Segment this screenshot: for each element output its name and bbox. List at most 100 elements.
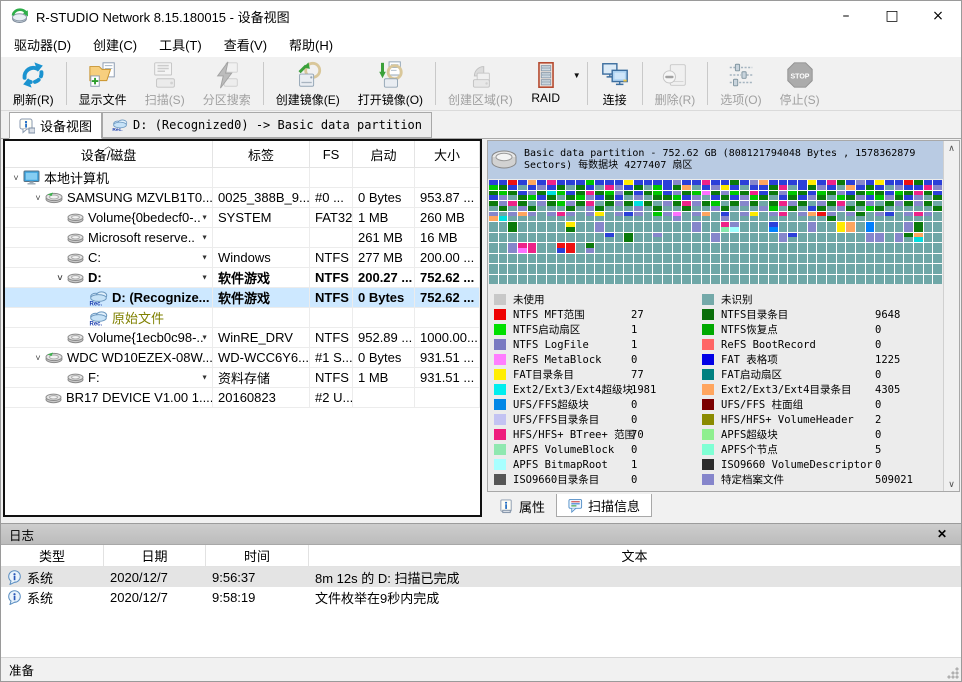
scan-block[interactable] (837, 222, 846, 232)
scan-block[interactable] (518, 191, 527, 201)
tree-column-header-1[interactable]: 标签 (213, 141, 310, 168)
tree-column-header-2[interactable]: FS (310, 141, 353, 168)
scan-block[interactable] (788, 212, 797, 222)
scan-block[interactable] (547, 222, 556, 232)
scan-block[interactable] (682, 264, 691, 274)
scan-block[interactable] (914, 254, 923, 264)
scan-block[interactable] (711, 191, 720, 201)
scan-block[interactable] (779, 201, 788, 211)
scan-block[interactable] (692, 212, 701, 222)
scan-block[interactable] (634, 264, 643, 274)
scan-block[interactable] (682, 201, 691, 211)
scan-block[interactable] (904, 212, 913, 222)
expand-chevron-icon[interactable]: ˅ (31, 193, 45, 203)
scan-block[interactable] (624, 275, 633, 285)
scan-block[interactable] (692, 243, 701, 253)
scan-block[interactable] (528, 233, 537, 243)
scan-block[interactable] (547, 243, 556, 253)
scan-block[interactable] (702, 180, 711, 190)
scan-block[interactable] (508, 212, 517, 222)
scan-block[interactable] (605, 201, 614, 211)
scan-block[interactable] (904, 254, 913, 264)
scan-block[interactable] (624, 233, 633, 243)
scan-block[interactable] (904, 243, 913, 253)
scan-block[interactable] (721, 180, 730, 190)
scan-block[interactable] (769, 212, 778, 222)
scan-block[interactable] (788, 264, 797, 274)
scan-block[interactable] (933, 254, 942, 264)
scan-block[interactable] (875, 212, 884, 222)
scan-block[interactable] (914, 191, 923, 201)
scan-block[interactable] (557, 254, 566, 264)
scan-block[interactable] (653, 233, 662, 243)
raid-dropdown-icon[interactable]: ▼ (570, 71, 584, 80)
scan-block[interactable] (769, 201, 778, 211)
tab-recognized-partition[interactable]: Rec.D: (Recognized0) -> Basic data parti… (102, 112, 432, 138)
scan-block[interactable] (634, 254, 643, 264)
menu-view[interactable]: 查看(V) (213, 32, 278, 57)
scan-block[interactable] (518, 222, 527, 232)
scan-block[interactable] (856, 233, 865, 243)
scan-block[interactable] (750, 180, 759, 190)
scan-block[interactable] (759, 275, 768, 285)
scan-block[interactable] (634, 233, 643, 243)
scan-block[interactable] (730, 212, 739, 222)
scan-block[interactable] (817, 191, 826, 201)
scan-block[interactable] (779, 233, 788, 243)
scan-block[interactable] (808, 212, 817, 222)
scan-block[interactable] (885, 201, 894, 211)
scan-block[interactable] (740, 201, 749, 211)
scan-block[interactable] (702, 212, 711, 222)
scan-block[interactable] (566, 180, 575, 190)
scan-block[interactable] (663, 212, 672, 222)
scan-block[interactable] (692, 222, 701, 232)
scan-block[interactable] (547, 191, 556, 201)
scan-scrollbar[interactable]: ∧ ∨ (943, 141, 959, 491)
scan-block[interactable] (644, 264, 653, 274)
scan-block[interactable] (769, 275, 778, 285)
scan-block[interactable] (895, 201, 904, 211)
scan-block[interactable] (586, 264, 595, 274)
scan-block[interactable] (798, 191, 807, 201)
scan-block[interactable] (827, 201, 836, 211)
scan-block[interactable] (537, 233, 546, 243)
scan-block[interactable] (663, 233, 672, 243)
scan-block[interactable] (615, 233, 624, 243)
row-dropdown-icon[interactable]: ▼ (201, 214, 208, 221)
scan-block[interactable] (846, 222, 855, 232)
scan-block[interactable] (508, 254, 517, 264)
scan-block[interactable] (499, 180, 508, 190)
scan-block[interactable] (711, 201, 720, 211)
log-column-header-3[interactable]: 文本 (309, 545, 961, 567)
scan-block[interactable] (663, 191, 672, 201)
scan-block[interactable] (846, 212, 855, 222)
scan-block[interactable] (615, 254, 624, 264)
scan-block[interactable] (817, 212, 826, 222)
scan-block[interactable] (702, 254, 711, 264)
create-region-button[interactable]: 创建区域(R) (439, 57, 522, 110)
scan-block[interactable] (518, 243, 527, 253)
scan-block[interactable] (595, 275, 604, 285)
scan-block[interactable] (595, 201, 604, 211)
scan-block[interactable] (653, 243, 662, 253)
scan-block[interactable] (692, 275, 701, 285)
scan-block[interactable] (808, 201, 817, 211)
scan-block[interactable] (692, 233, 701, 243)
scan-block[interactable] (933, 191, 942, 201)
scan-block[interactable] (846, 254, 855, 264)
scan-block[interactable] (779, 212, 788, 222)
tree-column-header-4[interactable]: 大小 (415, 141, 480, 168)
scan-block[interactable] (750, 233, 759, 243)
scan-block[interactable] (866, 212, 875, 222)
scan-block[interactable] (866, 233, 875, 243)
scan-block[interactable] (846, 180, 855, 190)
scan-block[interactable] (827, 254, 836, 264)
scan-block[interactable] (856, 275, 865, 285)
scan-block[interactable] (885, 233, 894, 243)
scan-block[interactable] (788, 275, 797, 285)
scan-block[interactable] (914, 233, 923, 243)
scan-block[interactable] (885, 243, 894, 253)
scan-block[interactable] (557, 264, 566, 274)
scan-block[interactable] (489, 275, 498, 285)
scan-block[interactable] (933, 201, 942, 211)
